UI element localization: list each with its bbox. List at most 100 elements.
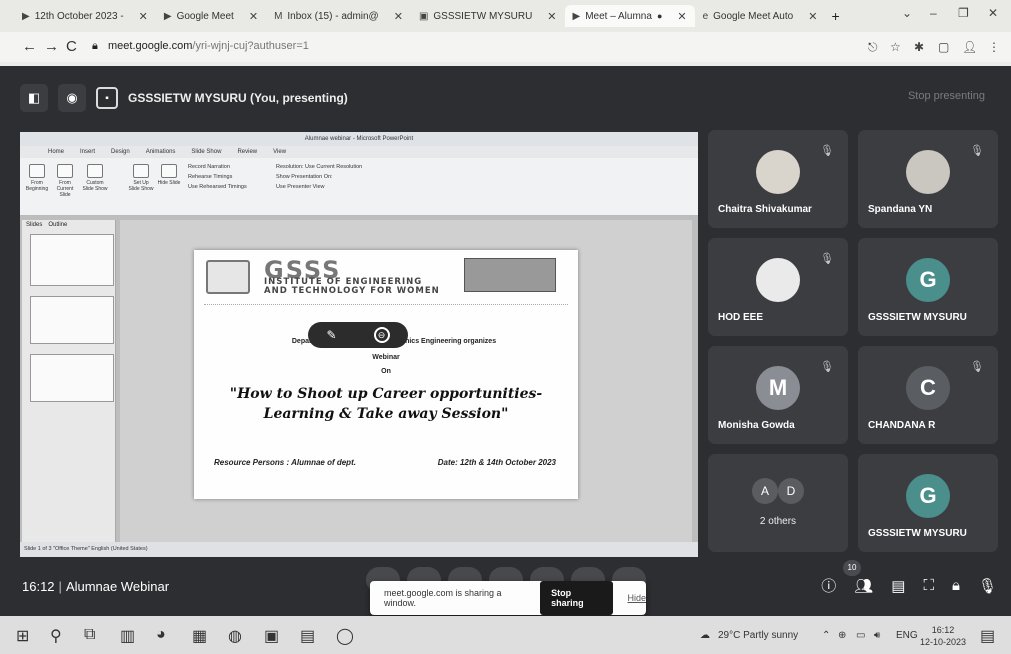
extensions-icon[interactable]: ✱ [914,40,924,54]
ppt-tab-animations[interactable]: Animations [146,146,176,158]
ppt-rehearse-timings[interactable]: Rehearse Timings [188,174,232,180]
network-icon[interactable]: ⊕ [838,630,846,641]
edge-icon[interactable]: ◕ [156,626,166,644]
browser-tab-1[interactable]: ▶ Google Meet ✕ [156,5,266,27]
participant-tile[interactable]: 🎙︎ Chaitra Shivakumar [708,130,848,228]
chat-icon[interactable]: ▤ [891,577,905,595]
participant-tile[interactable]: C 🎙︎ CHANDANA R [858,346,998,444]
close-icon[interactable]: ✕ [139,10,148,23]
activities-icon[interactable]: ⛶ [923,577,934,594]
slide: GSSS INSTITUTE OF ENGINEERING AND TECHNO… [194,250,578,499]
participant-tile[interactable]: G GSSSIETW MYSURU [858,454,998,552]
annotation-toolbar[interactable]: ✎ ⊖ [308,322,408,348]
pane-tab-outline[interactable]: Outline [48,222,67,228]
weather-icon[interactable]: ☁ [700,630,710,641]
pane-tab-slides[interactable]: Slides [26,222,42,228]
ppt-from-current-button[interactable]: From Current Slide [52,164,78,198]
ppt-tab-insert[interactable]: Insert [80,146,95,158]
language-indicator[interactable]: ENG [896,630,918,641]
taskbar-clock[interactable]: 16:12 12-10-2023 [920,624,966,648]
meet-window: ◧ ◉ ▪ GSSSIETW MYSURU (You, presenting) … [0,66,1011,616]
file-explorer-icon[interactable]: ▥ [120,626,135,646]
menu-icon[interactable]: ⋮ [988,40,1000,54]
task-view-icon[interactable]: ⧉ [84,626,95,644]
notification-icon[interactable]: ▤ [980,626,995,646]
lock-icon[interactable]: 🔒︎ [92,40,98,53]
info-icon[interactable]: ⓘ [821,575,836,596]
host-controls-icon[interactable]: 🔒︎ [952,577,960,594]
close-icon[interactable]: ✕ [249,10,258,23]
profile-icon[interactable]: 👤︎ [962,40,977,54]
search-icon[interactable]: ⚲ [50,626,62,646]
ppt-tab-slideshow[interactable]: Slide Show [191,146,221,158]
slide-thumb-3[interactable] [30,354,114,402]
ppt-resolution[interactable]: Resolution: Use Current Resolution [276,164,362,170]
presentation-header: ◧ ◉ ▪ GSSSIETW MYSURU (You, presenting) … [20,82,995,114]
ppt-record-narration[interactable]: Record Narration [188,164,230,170]
browser-tab-4[interactable]: ▶ Meet – Alumna ● ✕ [564,5,695,27]
stop-sharing-button[interactable]: Stop sharing [540,581,614,615]
reload-icon[interactable]: C [66,38,77,55]
volume-icon[interactable]: 🔊︎ [874,630,880,641]
sidebar-icon[interactable]: ▢ [938,40,949,54]
display-icon[interactable]: ▭ [856,630,865,641]
new-tab-button[interactable]: + [831,8,839,24]
minimize-icon[interactable]: – [930,6,937,20]
stop-annotate-icon[interactable]: ⊖ [373,327,390,343]
windows-start-icon[interactable]: ⊞ [16,626,29,646]
ppt-use-timings[interactable]: Use Rehearsed Timings [188,184,247,190]
url-field[interactable]: meet.google.com/yri-wjnj-cuj?authuser=1 [108,40,309,52]
hide-button[interactable]: Hide [627,593,646,603]
mic-icon[interactable]: 🎙︎ [978,577,997,595]
participant-tile[interactable]: M 🎙︎ Monisha Gowda [708,346,848,444]
ppt-custom-show-button[interactable]: Custom Slide Show [82,164,108,192]
ppt-show-on[interactable]: Show Presentation On: [276,174,333,180]
close-icon[interactable]: ✕ [547,10,556,23]
weather-text[interactable]: 29°C Partly sunny [718,630,798,641]
accreditation-logo [464,258,556,292]
slide-thumb-2[interactable] [30,296,114,344]
forward-icon[interactable]: → [44,38,59,55]
close-icon[interactable]: ✕ [677,10,686,23]
window-close-icon[interactable]: ✕ [988,6,998,20]
ppt-hide-slide-button[interactable]: Hide Slide [156,164,182,186]
browser-tab-0[interactable]: ▶ 12th October 2023 - ✕ [14,5,156,27]
slide-thumb-1[interactable] [30,234,114,286]
maximize-icon[interactable]: ❐ [958,6,969,20]
browser-tab-5[interactable]: e Google Meet Auto ✕ [695,5,826,27]
stop-presenting-button[interactable]: Stop presenting [908,90,985,102]
tile-layout-icon[interactable]: ◧ [20,84,48,112]
app-icon[interactable]: ▦ [192,626,207,646]
participant-tile[interactable]: G GSSSIETW MYSURU [858,238,998,336]
browser-tab-2[interactable]: M Inbox (15) - admin@ ✕ [266,5,411,27]
chrome-icon[interactable]: ◍ [228,626,242,646]
ppt-from-beginning-button[interactable]: From Beginning [24,164,50,192]
ppt-presenter-view[interactable]: Use Presenter View [276,184,325,190]
participant-tile[interactable]: 🎙︎ HOD EEE [708,238,848,336]
word-icon[interactable]: ▤ [300,626,315,646]
tab-search-icon[interactable]: ⌄ [902,6,912,20]
opera-icon[interactable]: ◯ [336,626,354,646]
tab-label: 12th October 2023 - [34,10,124,22]
back-icon[interactable]: ← [22,38,37,55]
pen-icon[interactable]: ✎ [326,328,336,342]
tray-expand-icon[interactable]: ⌃ [822,630,830,641]
ppt-setup-button[interactable]: Set Up Slide Show [128,164,154,192]
people-icon[interactable]: 👥︎ [854,577,873,595]
ppt-tab-home[interactable]: Home [48,146,64,158]
others-tile[interactable]: A D 2 others [708,454,848,552]
participant-tile[interactable]: 🎙︎ Spandana YN [858,130,998,228]
bookmark-star-icon[interactable]: ☆ [890,40,901,54]
share-icon[interactable]: ⎋ [868,40,878,55]
ppt-tab-view[interactable]: View [273,146,286,158]
meet-icon: ▶ [22,10,30,22]
pip-icon[interactable]: ◉ [58,84,86,112]
browser-tab-3[interactable]: ▣ GSSSIETW MYSURU ✕ [411,5,565,27]
url-domain: meet.google.com [108,40,193,52]
close-icon[interactable]: ✕ [394,10,403,23]
ppt-tab-design[interactable]: Design [111,146,130,158]
powerpoint-icon[interactable]: ▣ [264,626,279,646]
ppt-tab-review[interactable]: Review [237,146,257,158]
close-icon[interactable]: ✕ [808,10,817,23]
mic-off-icon: 🎙︎ [970,361,984,373]
